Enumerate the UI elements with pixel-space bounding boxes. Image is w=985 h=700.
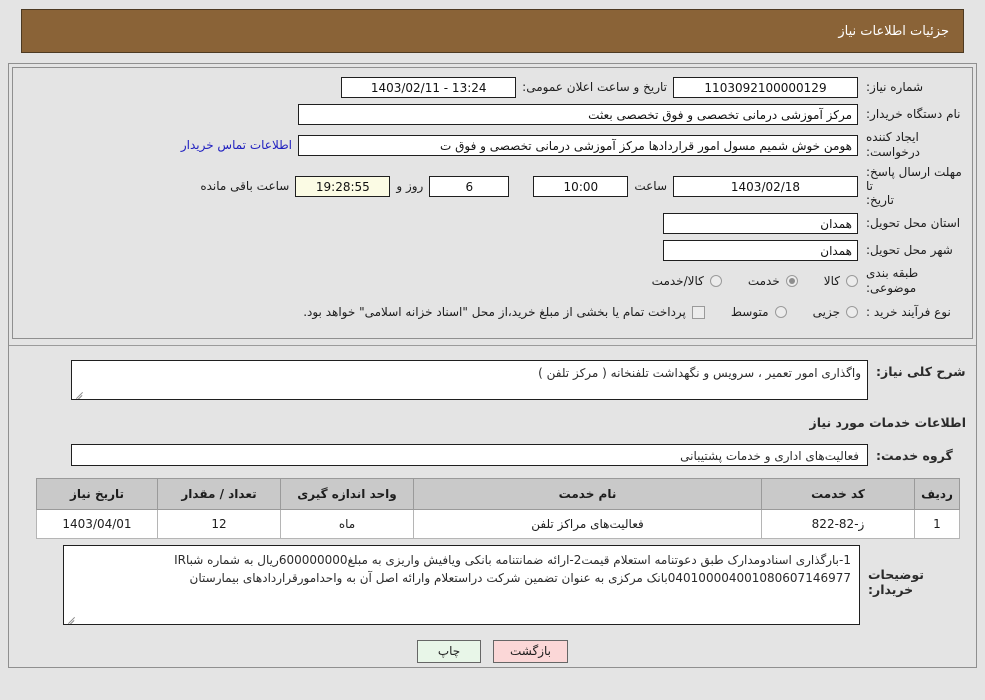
days-remaining-field: 6 [429,175,510,197]
classification-option-khedmat[interactable]: خدمت [748,274,798,288]
row-general-description: شرح کلی نیاز: واگذاری امور تعمیر ، سرویس… [17,360,968,400]
services-heading: اطلاعات خدمات مورد نیاز [809,415,967,430]
need-number-field[interactable]: 1103092100000129 [673,76,858,98]
row-need-number: شماره نیاز: 1103092100000129 تاریخ و ساع… [19,76,966,98]
need-number-label: شماره نیاز: [866,79,923,94]
process-type-option-jozei-label: جزیی [812,305,840,319]
page-title: جزئیات اطلاعات نیاز [838,23,949,39]
radio-kala-khedmat-icon[interactable] [709,275,722,287]
service-group-label: گروه خدمت: [876,447,953,463]
deadline-label: مهلت ارسال پاسخ: تا تاریخ: [858,165,966,207]
row-requester: ایجاد کننده درخواست: هومن خوش شمیم مسول … [19,130,966,160]
radio-khedmat-icon[interactable] [785,275,798,287]
cell-service-code: ز-82-822 [761,509,915,539]
province-label: استان محل تحویل: [866,215,961,230]
deadline-label-line2: تاریخ: [866,193,894,207]
table-row: 1 ز-82-822 فعالیت‌های مراکز تلفن ماه 12 … [36,509,960,539]
hour-label: ساعت [634,179,667,193]
radio-kala-icon[interactable] [846,275,858,287]
process-type-radio-group: جزیی متوسط پرداخت تمام یا بخشی از مبلغ خ… [277,305,858,319]
notes-resize-handle-icon[interactable] [66,613,76,623]
cell-need-date: 1403/04/01 [36,509,158,539]
row-deadline: مهلت ارسال پاسخ: تا تاریخ: 1403/02/18 سا… [19,165,966,207]
radio-motavasset-icon[interactable] [774,306,787,318]
table-header-row: ردیف کد خدمت نام خدمت واحد اندازه گیری ت… [36,478,960,510]
row-city: شهر محل تحویل: همدان [19,239,966,261]
buyer-org-field[interactable]: مرکز آموزشی درمانی تخصصی و فوق تخصصی بعث… [298,103,858,125]
textarea-resize-handle-icon[interactable] [74,388,84,398]
buyer-contact-link[interactable]: اطلاعات تماس خریدار [181,138,298,152]
services-table-head: ردیف کد خدمت نام خدمت واحد اندازه گیری ت… [36,478,960,510]
classification-option-kala-label: کالا [823,274,840,288]
general-description-textarea[interactable]: واگذاری امور تعمیر ، سرویس و نگهداشت تلف… [71,360,868,400]
classification-label: طبقه بندی موضوعی: [866,266,919,295]
services-section: شرح کلی نیاز: واگذاری امور تعمیر ، سرویس… [9,346,976,667]
footer-button-bar: بازگشت چاپ [17,640,968,663]
print-button[interactable]: چاپ [417,640,481,663]
cell-service-name: فعالیت‌های مراکز تلفن [413,509,762,539]
province-field[interactable]: همدان [663,212,858,234]
col-radif: ردیف [914,478,960,510]
requester-label: ایجاد کننده درخواست: [866,130,920,159]
time-remaining-field: 19:28:55 [295,175,391,197]
process-type-option-motavasset[interactable]: متوسط [731,305,787,319]
days-label: روز و [396,179,424,193]
general-description-label: شرح کلی نیاز: [876,364,966,379]
classification-option-kala-khedmat-label: کالا/خدمت [651,274,704,288]
classification-option-kala-khedmat[interactable]: کالا/خدمت [652,274,722,288]
row-service-group: گروه خدمت: فعالیت‌های اداری و خدمات پشتی… [17,444,968,466]
col-service-code: کد خدمت [761,478,915,510]
buyer-org-label: نام دستگاه خریدار: [866,106,961,121]
process-type-label: نوع فرآیند خرید : [866,304,951,319]
buyer-notes-textarea[interactable]: 1-بارگذاری اسنادومدارک طبق دعوتنامه استع… [63,545,860,625]
buyer-notes-row: توضیحات خریدار: 1-بارگذاری اسنادومدارک ط… [25,545,960,625]
buyer-notes-label: توضیحات خریدار: [868,567,924,597]
deadline-label-line1: مهلت ارسال پاسخ: تا [866,165,962,193]
cell-quantity: 12 [157,509,281,539]
service-group-field[interactable]: فعالیت‌های اداری و خدمات پشتیبانی [71,444,868,466]
classification-option-khedmat-label: خدمت [747,274,780,288]
treasury-bond-checkbox-icon[interactable] [691,305,705,319]
announce-datetime-field[interactable]: 1403/02/11 - 13:24 [341,76,517,98]
main-frame: شماره نیاز: 1103092100000129 تاریخ و ساع… [8,63,977,668]
deadline-date-field[interactable]: 1403/02/18 [673,175,858,197]
return-button[interactable]: بازگشت [493,640,568,663]
col-service-name: نام خدمت [413,478,762,510]
services-table-body: 1 ز-82-822 فعالیت‌های مراکز تلفن ماه 12 … [36,509,960,539]
services-table-wrap: ردیف کد خدمت نام خدمت واحد اندازه گیری ت… [25,478,960,539]
classification-radio-group: کالا خدمت کالا/خدمت [626,274,858,288]
need-info-section: شماره نیاز: 1103092100000129 تاریخ و ساع… [12,67,973,339]
col-unit: واحد اندازه گیری [280,478,414,510]
row-buyer-org: نام دستگاه خریدار: مرکز آموزشی درمانی تخ… [19,103,966,125]
row-classification: طبقه بندی موضوعی: کالا خدمت کالا/خدمت [19,266,966,296]
process-type-option-jozei[interactable]: جزیی [813,305,858,319]
cell-unit: ماه [280,509,414,539]
col-quantity: تعداد / مقدار [157,478,281,510]
deadline-time-field[interactable]: 10:00 [533,175,629,197]
col-need-date: تاریخ نیاز [36,478,158,510]
buyer-notes-value: 1-بارگذاری اسنادومدارک طبق دعوتنامه استع… [174,553,851,585]
row-process-type: نوع فرآیند خرید : جزیی متوسط پرداخت تمام… [19,301,966,323]
page-root: جزئیات اطلاعات نیاز شماره نیاز: 11030921… [0,9,985,668]
treasury-bond-checkbox-wrap[interactable]: پرداخت تمام یا بخشی از مبلغ خرید،از محل … [303,305,705,319]
radio-jozei-icon[interactable] [846,306,858,318]
requester-field[interactable]: هومن خوش شمیم مسول امور قراردادها مرکز آ… [298,134,858,156]
announce-datetime-label: تاریخ و ساعت اعلان عمومی: [522,80,667,94]
services-table: ردیف کد خدمت نام خدمت واحد اندازه گیری ت… [36,478,960,539]
remaining-suffix-label: ساعت باقی مانده [200,179,290,193]
cell-radif: 1 [914,509,960,539]
treasury-bond-label: پرداخت تمام یا بخشی از مبلغ خرید،از محل … [303,305,686,319]
page-header: جزئیات اطلاعات نیاز [21,9,964,53]
classification-option-kala[interactable]: کالا [824,274,858,288]
city-label: شهر محل تحویل: [866,242,953,257]
general-description-value: واگذاری امور تعمیر ، سرویس و نگهداشت تلف… [538,366,861,380]
process-type-option-motavasset-label: متوسط [730,305,769,319]
row-province: استان محل تحویل: همدان [19,212,966,234]
city-field[interactable]: همدان [663,239,858,261]
